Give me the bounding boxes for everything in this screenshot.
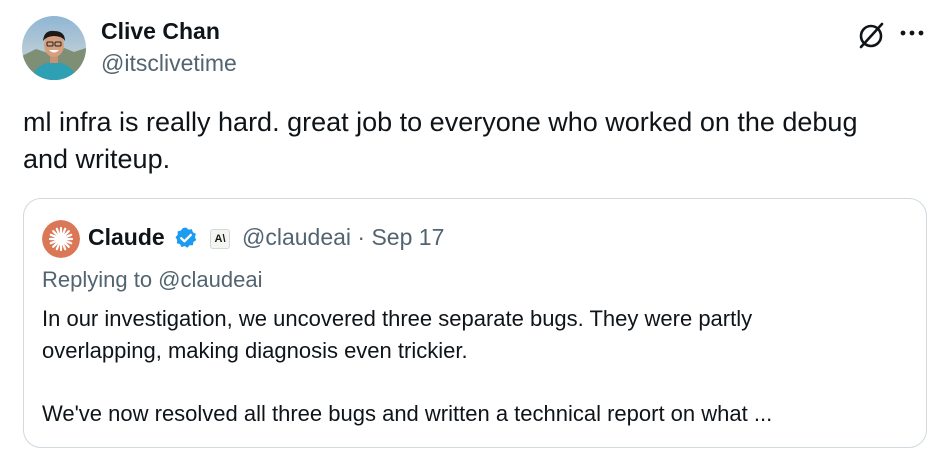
tweet-text-line-2: and writeup. [23,144,171,174]
quoted-author-avatar[interactable] [42,220,80,258]
author-avatar[interactable] [22,16,86,80]
tweet-text-line-1: ml infra is really hard. great job to ev… [23,107,858,137]
profile-photo-icon [22,16,86,80]
claude-logo-icon [42,220,80,258]
verified-badge-icon [174,226,198,250]
quoted-text-line-2: overlapping, making diagnosis even trick… [42,338,468,363]
quoted-tweet-card[interactable]: Claude A\ @claudeai · Sep 17 Replying to… [23,198,927,448]
quoted-text-line-1: In our investigation, we uncovered three… [42,306,753,331]
quoted-tweet-text: In our investigation, we uncovered three… [42,303,912,367]
tweet-card: Clive Chan @itsclivetime ml infra is rea… [0,0,950,468]
x-logo-icon[interactable] [856,20,886,50]
tweet-text: ml infra is really hard. great job to ev… [23,104,923,178]
quoted-handle-date[interactable]: @claudeai · Sep 17 [242,223,444,251]
author-handle[interactable]: @itsclivetime [101,49,237,77]
more-options-icon[interactable] [898,22,926,44]
quoted-author-name[interactable]: Claude [88,223,165,251]
affiliate-badge-icon: A\ [210,229,230,249]
quoted-tweet-paragraph-2: We've now resolved all three bugs and wr… [42,401,773,426]
replying-to-label: Replying to @claudeai [42,267,263,292]
author-name[interactable]: Clive Chan [101,17,220,45]
